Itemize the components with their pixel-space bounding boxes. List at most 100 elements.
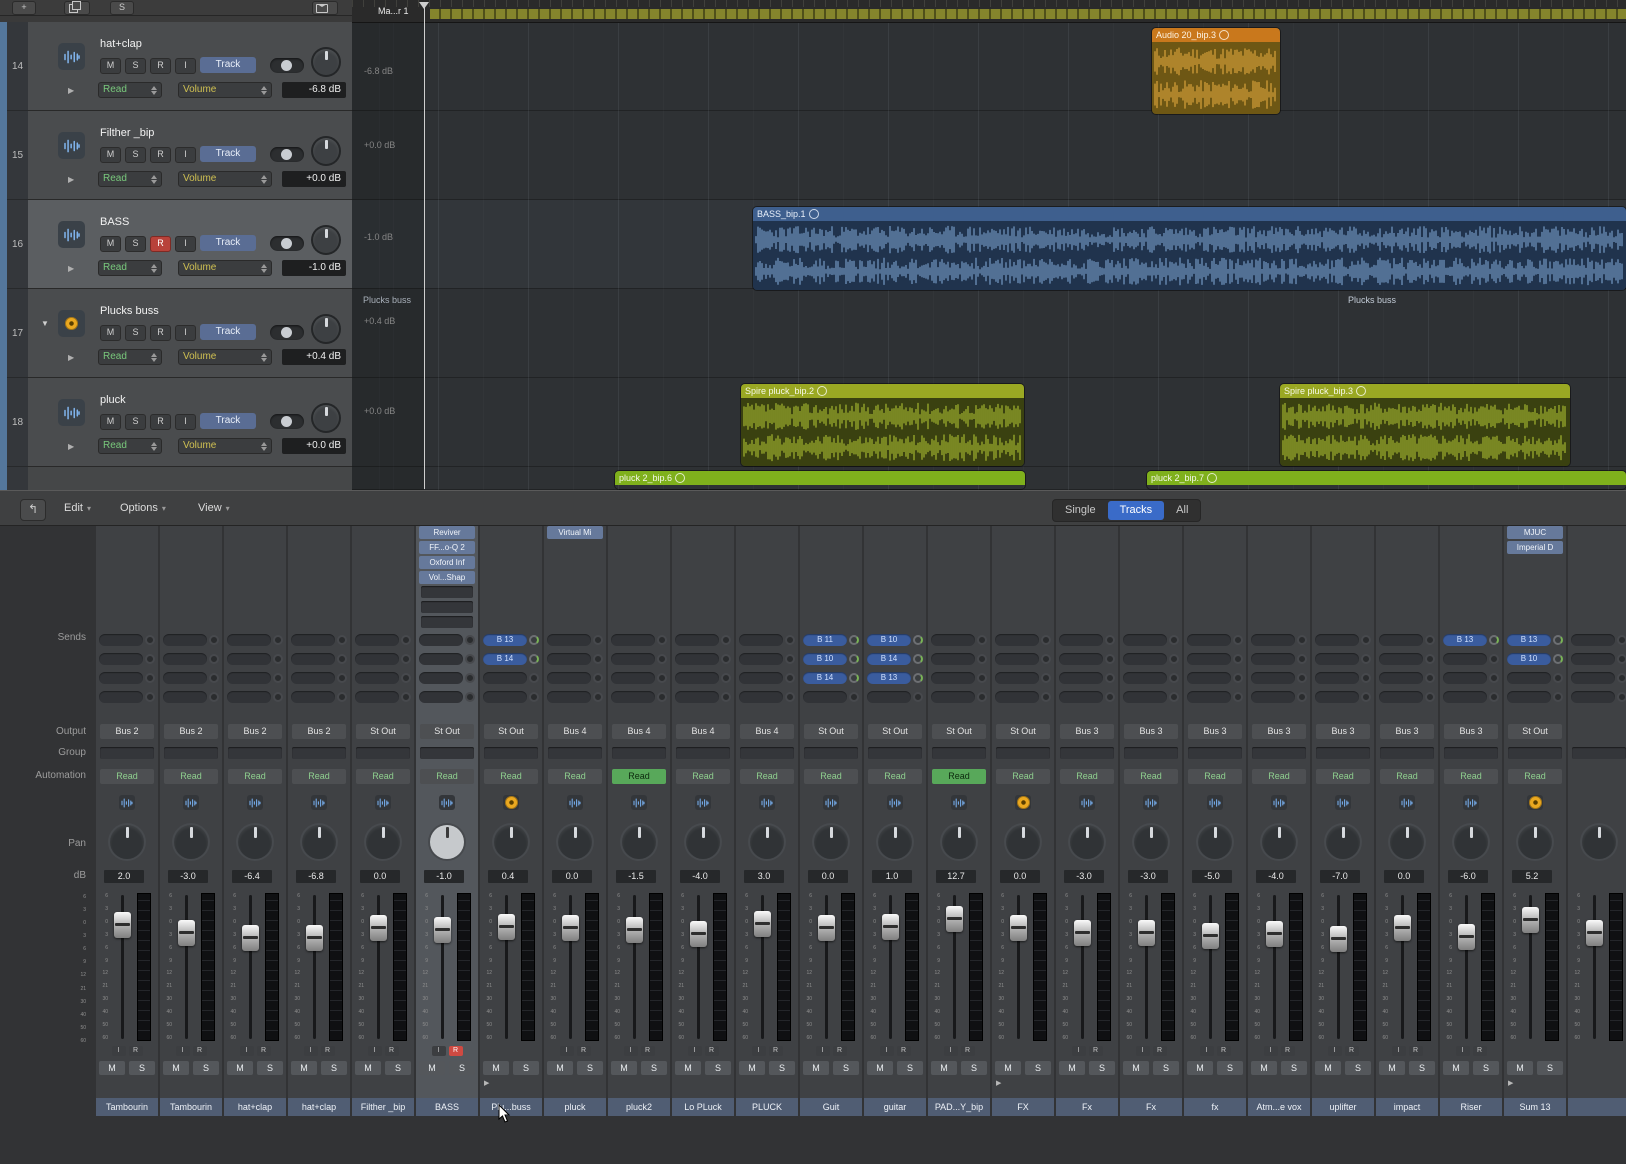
record-enable-button[interactable]: R: [150, 58, 171, 74]
volume-fader[interactable]: 630369122130405060: [672, 890, 734, 1044]
mixer-strip[interactable]: Bus 2 Read -6.4 630369122130405060 IR MS…: [224, 526, 286, 1116]
solo-button[interactable]: S: [257, 1061, 283, 1075]
mixer-mode-single[interactable]: Single: [1053, 501, 1108, 520]
output-button[interactable]: Bus 2: [292, 724, 346, 739]
send-slot[interactable]: B 14: [483, 653, 527, 665]
send-slot[interactable]: [163, 653, 207, 665]
send-slot[interactable]: [1187, 691, 1231, 703]
volume-fader[interactable]: 630369122130405060: [416, 890, 478, 1044]
volume-value[interactable]: -6.4: [232, 870, 272, 883]
group-slot[interactable]: [932, 747, 986, 759]
automation-param-dropdown[interactable]: Volume: [178, 82, 272, 98]
solo-button[interactable]: S: [125, 236, 146, 252]
fader-cap[interactable]: [1586, 920, 1603, 946]
mixer-strip[interactable]: Bus 2 Read 2.0 630369122130405060 IR MS …: [96, 526, 158, 1116]
stack-disclosure[interactable]: ▶: [996, 1080, 1001, 1087]
volume-value[interactable]: -1.5: [616, 870, 656, 883]
track-on-off-button[interactable]: [270, 325, 304, 340]
volume-fader[interactable]: 630369122130405060: [1184, 890, 1246, 1044]
volume-value[interactable]: -4.0: [680, 870, 720, 883]
send-knob[interactable]: [1553, 635, 1563, 645]
volume-fader[interactable]: 630369122130405060: [1056, 890, 1118, 1044]
solo-button[interactable]: S: [1473, 1061, 1499, 1075]
send-slot[interactable]: [995, 672, 1039, 684]
mute-button[interactable]: M: [100, 147, 121, 163]
mute-button[interactable]: M: [1187, 1061, 1213, 1075]
output-button[interactable]: Bus 4: [548, 724, 602, 739]
fader-cap[interactable]: [690, 921, 707, 947]
mixer-strip[interactable]: Bus 3 Read -3.0 630369122130405060 IR MS…: [1056, 526, 1118, 1116]
send-slot[interactable]: [675, 653, 719, 665]
output-button[interactable]: St Out: [996, 724, 1050, 739]
mute-button[interactable]: M: [739, 1061, 765, 1075]
menu-view[interactable]: View▾: [198, 502, 230, 514]
volume-value[interactable]: 0.0: [1000, 870, 1040, 883]
mute-button[interactable]: M: [483, 1061, 509, 1075]
strip-name[interactable]: Guit: [800, 1098, 862, 1116]
send-knob[interactable]: [849, 654, 859, 664]
send-knob[interactable]: [913, 635, 923, 645]
input-monitor-button[interactable]: I: [175, 236, 196, 252]
pan-knob[interactable]: [1454, 825, 1488, 859]
input-monitor-button[interactable]: I: [560, 1046, 574, 1056]
send-slot[interactable]: [355, 634, 399, 646]
track-number[interactable]: 18: [7, 378, 28, 467]
volume-value[interactable]: 0.4: [488, 870, 528, 883]
strip-name[interactable]: Sum 13: [1504, 1098, 1566, 1116]
solo-button[interactable]: S: [897, 1061, 923, 1075]
mixer-strip[interactable]: St Out Read 0.0 630369122130405060 IR MS…: [352, 526, 414, 1116]
audio-region[interactable]: Spire pluck_bip.3: [1280, 384, 1570, 466]
mixer-strip[interactable]: B 10 B 14 B 13 St Out Read 1.0 630369122…: [864, 526, 926, 1116]
track-name[interactable]: hat+clap: [100, 38, 142, 50]
plugin-slot[interactable]: Oxford Inf: [419, 556, 475, 569]
automation-disclosure[interactable]: ▶: [68, 264, 74, 273]
track-pan-knob[interactable]: [313, 405, 339, 431]
solo-button[interactable]: S: [125, 414, 146, 430]
send-slot[interactable]: [931, 653, 975, 665]
send-slot[interactable]: [1059, 634, 1103, 646]
empty-insert-slot[interactable]: [421, 586, 473, 598]
automation-mode-button[interactable]: Read: [996, 769, 1050, 784]
send-slot[interactable]: [547, 653, 591, 665]
strip-name[interactable]: PLUCK: [736, 1098, 798, 1116]
fader-cap[interactable]: [1394, 915, 1411, 941]
solo-button[interactable]: S: [513, 1061, 539, 1075]
automation-mode-button[interactable]: Read: [868, 769, 922, 784]
fader-cap[interactable]: [1074, 920, 1091, 946]
volume-value[interactable]: 0.0: [808, 870, 848, 883]
record-enable-button[interactable]: R: [321, 1046, 335, 1056]
input-monitor-button[interactable]: I: [175, 147, 196, 163]
solo-button[interactable]: S: [1281, 1061, 1307, 1075]
record-enable-button[interactable]: R: [769, 1046, 783, 1056]
track-pan-knob[interactable]: [313, 138, 339, 164]
pan-knob[interactable]: [1134, 825, 1168, 859]
track-on-off-button[interactable]: [270, 236, 304, 251]
record-enable-button[interactable]: R: [193, 1046, 207, 1056]
send-slot[interactable]: [547, 672, 591, 684]
mute-button[interactable]: M: [1251, 1061, 1277, 1075]
mixer-strip[interactable]: ReviverFF...o-Q 2Oxford InfVol...Shap St…: [416, 526, 478, 1116]
automation-mode-button[interactable]: Read: [1444, 769, 1498, 784]
timeline-ruler[interactable]: Ma...r 1: [352, 0, 1626, 23]
pan-knob[interactable]: [814, 825, 848, 859]
send-slot[interactable]: [803, 691, 847, 703]
solo-button[interactable]: S: [705, 1061, 731, 1075]
volume-value[interactable]: 5.2: [1512, 870, 1552, 883]
track-name[interactable]: BASS: [100, 216, 129, 228]
stack-disclosure[interactable]: ▶: [484, 1080, 489, 1087]
track-header[interactable]: pluck M S R I Track ▶ Read Volume +0.0 d…: [28, 378, 352, 467]
stack-disclosure-triangle[interactable]: ▼: [41, 319, 49, 328]
empty-insert-slot[interactable]: [421, 616, 473, 628]
mixer-strip[interactable]: Bus 4 Read -1.5 630369122130405060 IR MS…: [608, 526, 670, 1116]
track-header[interactable]: ▼ Plucks buss M S R I Track ▶ Read Volum…: [28, 289, 352, 378]
send-slot[interactable]: [1123, 653, 1167, 665]
volume-value[interactable]: -3.0: [168, 870, 208, 883]
send-slot[interactable]: [995, 691, 1039, 703]
send-slot[interactable]: [931, 672, 975, 684]
output-button[interactable]: St Out: [356, 724, 410, 739]
send-slot[interactable]: B 10: [867, 634, 911, 646]
strip-name[interactable]: pluck: [544, 1098, 606, 1116]
solo-button[interactable]: S: [125, 58, 146, 74]
send-slot[interactable]: B 13: [1443, 634, 1487, 646]
group-slot[interactable]: [228, 747, 282, 759]
